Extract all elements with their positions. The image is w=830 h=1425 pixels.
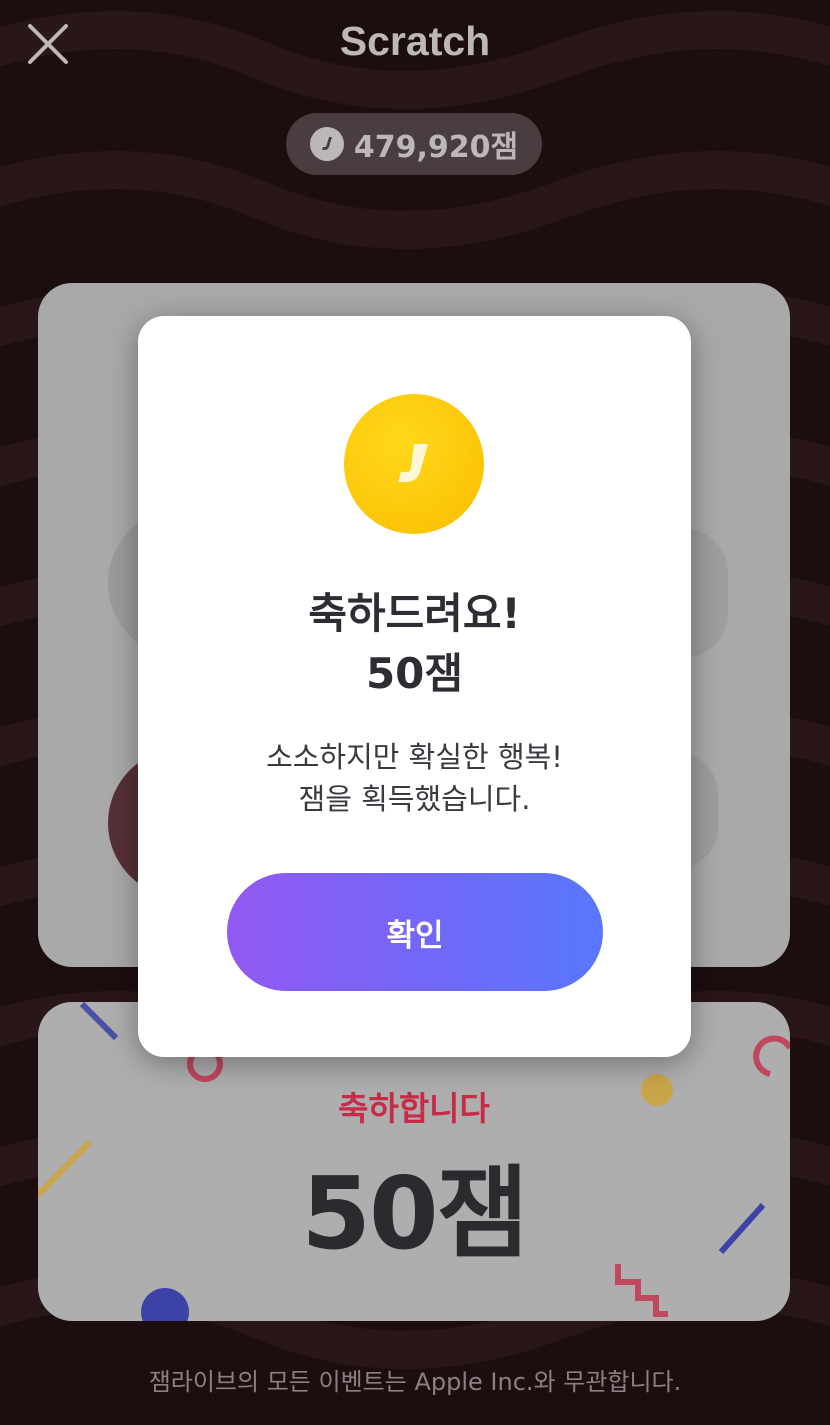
jam-balance-badge: 479,920잼 bbox=[286, 113, 542, 175]
jam-balance-amount: 479,920잼 bbox=[353, 130, 519, 165]
page-title: Scratch bbox=[339, 18, 491, 64]
dialog-reward-amount: 50잼 bbox=[365, 649, 464, 698]
dialog-message-line1: 소소하지만 확실한 행복! bbox=[266, 740, 563, 774]
dialog-message-line2: 잼을 획득했습니다. bbox=[298, 782, 531, 816]
dialog-title: 축하드려요! 50잼 bbox=[138, 584, 691, 704]
jam-coin-icon bbox=[344, 394, 484, 534]
dialog-title-line1: 축하드려요! bbox=[308, 589, 521, 638]
dialog-message: 소소하지만 확실한 행복! 잼을 획득했습니다. bbox=[138, 736, 691, 820]
coin-letter-j bbox=[398, 444, 428, 482]
prize-label: 축하합니다 bbox=[338, 1089, 490, 1128]
jam-coin-icon bbox=[309, 127, 344, 161]
confirm-button[interactable]: 확인 bbox=[227, 873, 603, 991]
prize-amount: 50잼 bbox=[301, 1155, 528, 1272]
reward-dialog: 축하드려요! 50잼 소소하지만 확실한 행복! 잼을 획득했습니다. 확인 bbox=[138, 316, 691, 1057]
disclaimer-text: 잼라이브의 모든 이벤트는 Apple Inc.와 무관합니다. bbox=[148, 1368, 682, 1396]
